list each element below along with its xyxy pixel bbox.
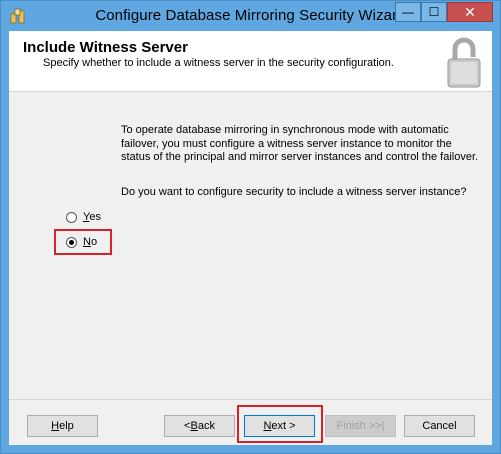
wizard-client-area: Include Witness Server Specify whether t… [9,31,492,445]
title-bar[interactable]: Configure Database Mirroring Security Wi… [1,1,500,31]
minimize-button[interactable]: — [395,2,421,22]
highlight-box-no [54,229,112,255]
close-button[interactable]: ✕ [447,2,493,22]
cancel-button[interactable]: Cancel [404,415,475,437]
highlight-box-next [237,405,323,443]
padlock-icon [447,37,481,88]
radio-yes-button[interactable] [66,211,77,223]
wizard-header: Include Witness Server Specify whether t… [9,31,492,92]
finish-button[interactable]: Finish >>| [325,415,396,437]
radio-yes[interactable]: Yes [66,211,101,223]
page-title: Include Witness Server [23,39,188,56]
footer-divider [9,399,492,400]
wizard-window: Configure Database Mirroring Security Wi… [0,0,501,454]
maximize-button[interactable]: ☐ [421,2,447,22]
help-button[interactable]: Help [27,415,98,437]
question-text: Do you want to configure security to inc… [121,186,467,198]
back-button[interactable]: < Back [164,415,235,437]
page-subtitle: Specify whether to include a witness ser… [43,57,394,69]
radio-yes-label: Yes [83,211,101,223]
description-text: To operate database mirroring in synchro… [121,124,479,163]
